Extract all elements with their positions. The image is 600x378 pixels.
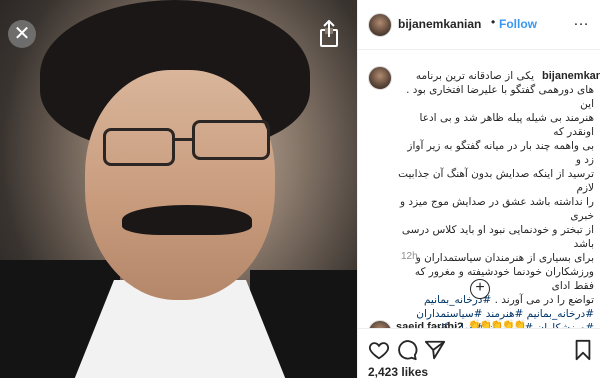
caption-line: هنرمند بی شیله پیله ظاهر شد و بی ادعا او… <box>419 112 594 138</box>
post-sidebar: bijanemkanian • Follow … bijanemkanian ی… <box>357 0 600 378</box>
post-caption: یکی از صادقانه ترین برنامه های دورهمی گف… <box>396 69 594 349</box>
share-icon[interactable] <box>315 18 343 48</box>
photo-glasses <box>192 120 270 160</box>
close-icon[interactable]: ✕ <box>8 20 36 48</box>
post-photo <box>0 0 357 378</box>
send-icon[interactable] <box>424 339 446 361</box>
post-header: bijanemkanian • Follow … <box>358 0 600 50</box>
heart-icon[interactable] <box>368 339 390 361</box>
caption-line: بی واهمه چند بار در میانه گفتگو به زیر آ… <box>407 140 594 166</box>
caption-avatar[interactable] <box>368 66 392 90</box>
likes-count[interactable]: 2,423 likes <box>368 365 428 378</box>
photo-mustache <box>122 205 252 235</box>
photo-glasses-bridge <box>174 138 194 141</box>
comment-icon[interactable] <box>396 339 418 361</box>
caption-line: ترسید از اینکه صدایش بدون آهنگ آن جذابیت… <box>398 168 594 194</box>
more-options-icon[interactable]: … <box>573 12 590 30</box>
follow-button[interactable]: Follow <box>499 17 537 31</box>
caption-line: یکی از صادقانه ترین برنامه <box>415 70 534 82</box>
photo-face <box>85 70 275 300</box>
caption-line: را نداشته باشد عشق در صدایش موج میزد و خ… <box>399 196 594 222</box>
add-comment-icon[interactable]: + <box>470 279 490 299</box>
action-bar: 2,423 likes <box>358 328 600 378</box>
header-username[interactable]: bijanemkanian <box>398 17 481 31</box>
caption-line: ورزشکاران خودنما خودشیفته و مغرور که فقط… <box>414 266 594 292</box>
caption-line: از تبختر و خودنمایی نبود او باید کلاس در… <box>401 224 594 250</box>
caption-line: های دورهمی گفتگو با علیرضا افتخاری بود .… <box>406 84 594 110</box>
caption-line: برای بسیاری از هنرمندان سیاستمداران و <box>415 252 594 264</box>
avatar[interactable] <box>368 13 392 37</box>
photo-glasses <box>103 128 175 166</box>
separator-dot: • <box>491 15 496 29</box>
bookmark-icon[interactable] <box>572 339 594 361</box>
caption-line: تواضع را در مى آورند . <box>494 294 594 306</box>
post-time: 12h <box>401 251 418 262</box>
